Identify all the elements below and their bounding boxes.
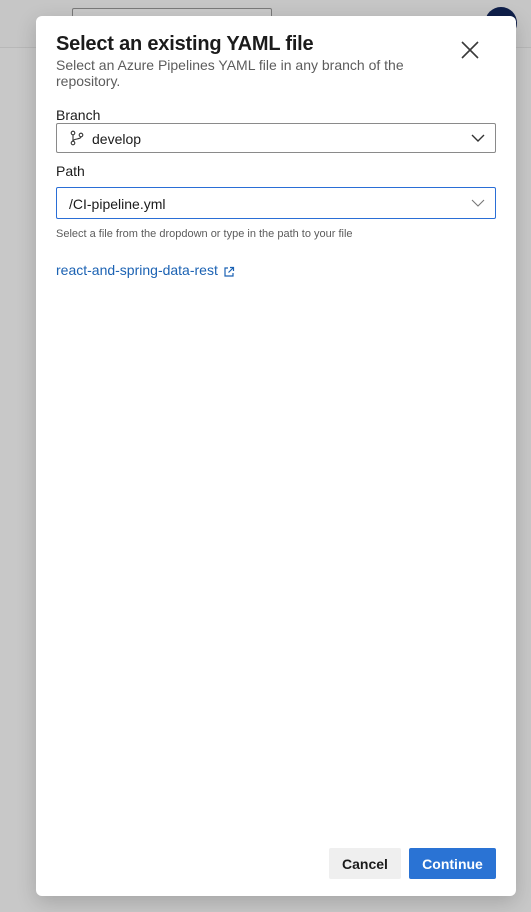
repository-link-text[interactable]: react-and-spring-data-rest [56,262,218,278]
branch-icon [70,130,84,146]
branch-value: develop [92,131,142,147]
close-icon [461,41,479,59]
path-combobox[interactable]: /CI-pipeline.yml [56,187,496,219]
path-value: /CI-pipeline.yml [69,196,166,212]
branch-label: Branch [56,107,101,123]
dialog-title: Select an existing YAML file [56,33,314,55]
select-yaml-dialog: Select an existing YAML file Select an A… [36,16,516,896]
path-help-text: Select a file from the dropdown or type … [56,228,353,240]
path-label: Path [56,163,85,179]
dialog-subtitle: Select an Azure Pipelines YAML file in a… [56,57,404,89]
close-button[interactable] [456,36,484,64]
cancel-button[interactable]: Cancel [329,848,401,879]
external-link-icon [224,266,234,277]
chevron-down-icon[interactable] [471,198,485,208]
branch-dropdown[interactable]: develop [56,123,496,153]
chevron-down-icon [471,134,485,142]
continue-button[interactable]: Continue [409,848,496,879]
repository-link[interactable]: react-and-spring-data-rest [56,262,235,278]
